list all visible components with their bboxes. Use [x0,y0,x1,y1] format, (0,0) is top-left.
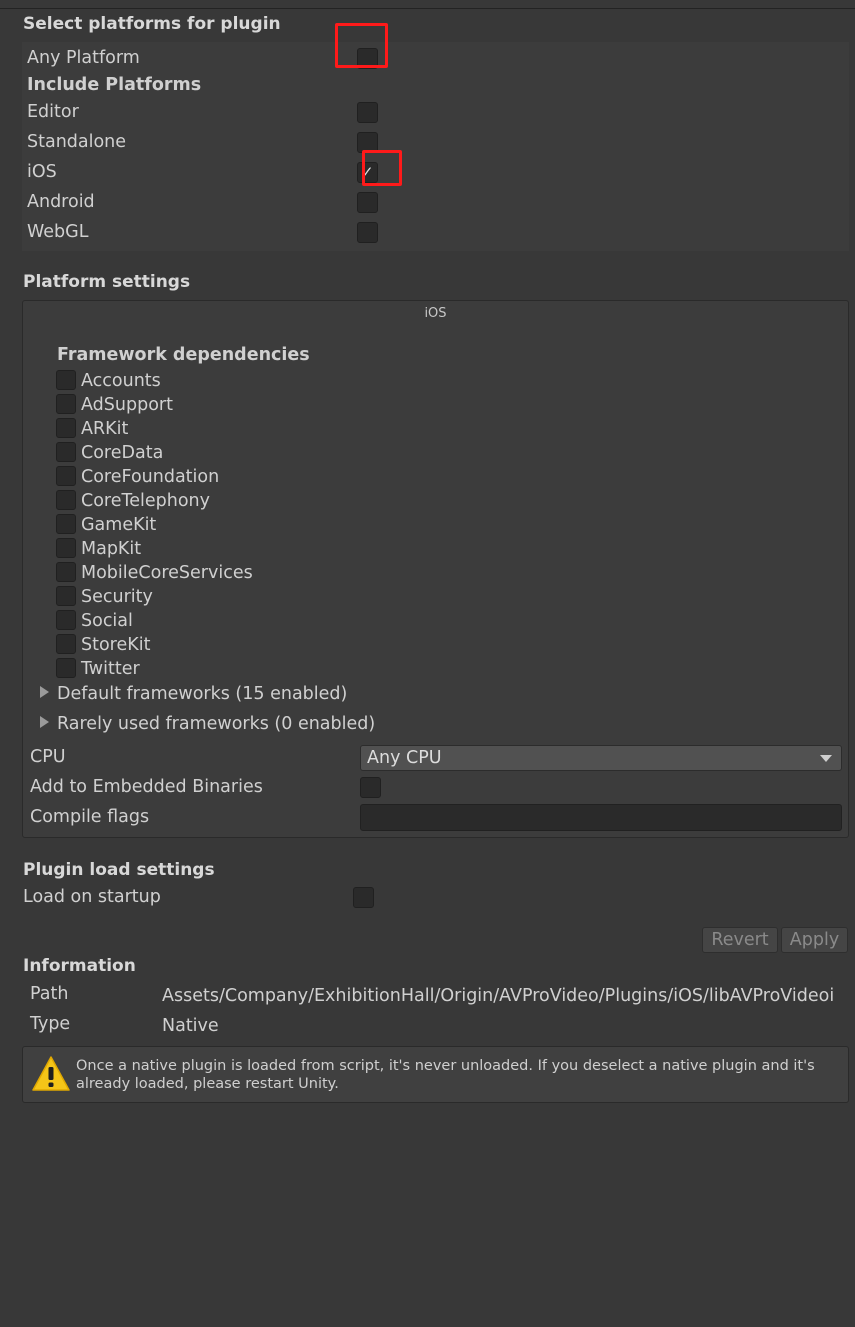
platform-settings-title: Platform settings [23,272,191,292]
select-platforms-title: Select platforms for plugin [23,14,281,34]
include-platforms-label: Include Platforms [27,75,202,95]
default-frameworks-label: Default frameworks (15 enabled) [57,684,348,704]
revert-button[interactable]: Revert [702,927,778,953]
type-label: Type [30,1014,71,1034]
cpu-dropdown-value: Any CPU [367,748,442,768]
framework-checkbox[interactable] [56,370,76,390]
framework-label: MapKit [81,539,142,559]
cpu-label: CPU [30,747,66,767]
framework-label: GameKit [81,515,157,535]
framework-checkbox[interactable] [56,490,76,510]
apply-button[interactable]: Apply [781,927,848,953]
framework-label: ARKit [81,419,129,439]
rarely-used-frameworks-label: Rarely used frameworks (0 enabled) [57,714,376,734]
framework-label: Twitter [81,659,140,679]
path-label: Path [30,984,69,1004]
highlight-annotation-any-platform [335,23,388,68]
framework-label: Social [81,611,133,631]
framework-label: MobileCoreServices [81,563,253,583]
framework-checkbox[interactable] [56,586,76,606]
path-value: Assets/Company/ExhibitionHall/Origin/AVP… [162,986,835,1006]
platform-editor-checkbox[interactable] [357,102,378,123]
framework-checkbox[interactable] [56,538,76,558]
default-frameworks-foldout[interactable]: Default frameworks (15 enabled) [40,684,347,704]
embedded-binaries-label: Add to Embedded Binaries [30,777,263,797]
platform-ios-label: iOS [27,162,57,182]
rarely-used-frameworks-foldout[interactable]: Rarely used frameworks (0 enabled) [40,714,375,734]
plugin-inspector: Select platforms for plugin Any Platform… [0,0,855,1327]
framework-checkbox[interactable] [56,418,76,438]
foldout-arrow-icon [40,686,49,698]
framework-label: Security [81,587,153,607]
framework-label: Accounts [81,371,161,391]
embedded-binaries-checkbox[interactable] [360,777,381,798]
tab-ios[interactable]: iOS [22,306,849,321]
framework-checkbox[interactable] [56,514,76,534]
top-divider [0,8,855,9]
framework-checkbox[interactable] [56,610,76,630]
cpu-dropdown[interactable]: Any CPU [360,745,842,771]
any-platform-label: Any Platform [27,48,140,68]
compile-flags-input[interactable] [360,804,842,831]
load-on-startup-label: Load on startup [23,887,161,907]
platform-webgl-label: WebGL [27,222,89,242]
help-message: Once a native plugin is loaded from scri… [76,1058,815,1092]
framework-dependencies-label: Framework dependencies [57,345,310,365]
foldout-arrow-icon [40,716,49,728]
framework-label: CoreData [81,443,164,463]
information-title: Information [23,956,136,976]
framework-checkbox[interactable] [56,562,76,582]
framework-checkbox[interactable] [56,466,76,486]
framework-label: CoreFoundation [81,467,220,487]
framework-label: StoreKit [81,635,151,655]
platform-editor-label: Editor [27,102,79,122]
warning-icon [32,1056,70,1091]
framework-label: CoreTelephony [81,491,210,511]
framework-checkbox[interactable] [56,658,76,678]
chevron-down-icon [820,755,832,762]
load-on-startup-checkbox[interactable] [353,887,374,908]
framework-checkbox[interactable] [56,394,76,414]
highlight-annotation-ios [362,150,402,186]
platforms-panel [22,42,849,251]
platform-standalone-label: Standalone [27,132,127,152]
platform-android-checkbox[interactable] [357,192,378,213]
framework-checkbox[interactable] [56,442,76,462]
plugin-load-title: Plugin load settings [23,860,215,880]
platform-android-label: Android [27,192,95,212]
platform-webgl-checkbox[interactable] [357,222,378,243]
type-value: Native [162,1016,219,1036]
help-box: Once a native plugin is loaded from scri… [22,1046,849,1103]
framework-checkbox[interactable] [56,634,76,654]
compile-flags-label: Compile flags [30,807,150,827]
framework-label: AdSupport [81,395,173,415]
